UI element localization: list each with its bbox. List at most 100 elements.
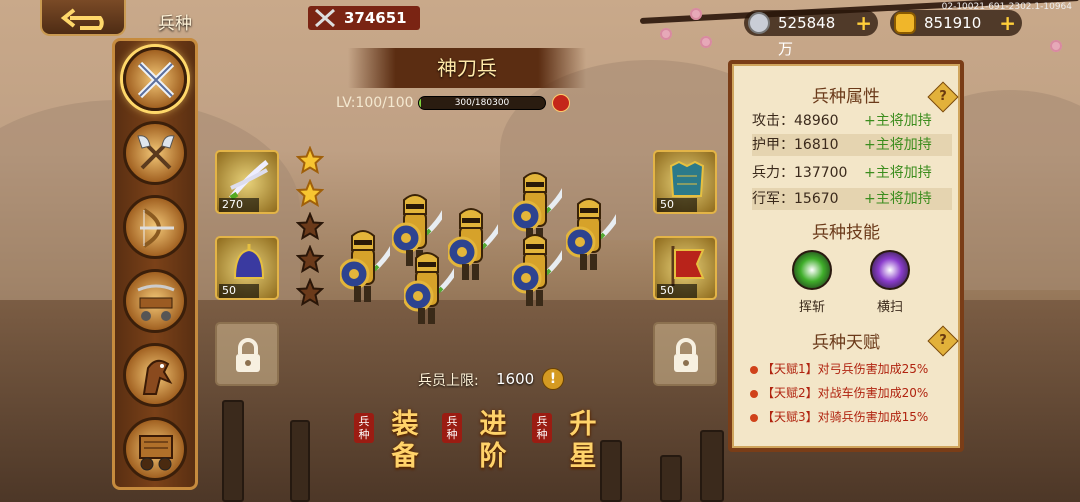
stat-row: 兵力：137700 +主将加持 [752, 162, 952, 184]
cavalry-horse-icon [142, 359, 173, 395]
equip-slot-banner[interactable]: 50 [653, 236, 717, 300]
talent-row: 【天赋2】对战车伤害加成20% [750, 384, 928, 402]
locked-slot[interactable] [215, 322, 279, 386]
unit-level: LV:100/100 [336, 95, 414, 111]
back-arrow-icon [60, 8, 104, 30]
stat-bonus: +主将加持 [864, 165, 932, 181]
equip-slot-helmet[interactable]: 50 [215, 236, 279, 300]
exp-progress-bar: 300/180300 [418, 96, 546, 110]
equip-count: 50 [657, 284, 697, 298]
blade-soldier [404, 252, 454, 324]
blossom [700, 36, 712, 48]
stat-bonus: +主将加持 [864, 191, 932, 207]
back-button[interactable] [40, 0, 126, 36]
war-banner-icon [671, 246, 705, 286]
equip-count: 50 [657, 198, 697, 212]
silver-currency: 525848万 + [744, 10, 878, 58]
capacity-value: 1600 [496, 370, 535, 388]
talent-dot-icon [750, 389, 758, 398]
combat-power-value: 374651 [344, 9, 407, 27]
action-tag: 兵种 [442, 413, 462, 443]
talent-tag: 【天赋3】 [762, 410, 818, 424]
sidebar-item-cavalry[interactable] [123, 343, 187, 407]
capacity-label: 兵员上限: [418, 373, 479, 389]
unit-info-panel: 兵种属性 ? 攻击：48960 +主将加持 护甲：16810 +主将加持 兵力：13… [728, 60, 964, 452]
advance-button[interactable]: 兵种 进阶 [442, 405, 542, 485]
action-label: 升星 [569, 409, 603, 472]
archer-bow-icon [140, 208, 174, 248]
stat-bonus: +主将加持 [864, 113, 932, 129]
equip-slot-armor[interactable]: 50 [653, 150, 717, 214]
exp-boost-icon[interactable] [552, 94, 570, 112]
star-empty-icon [296, 212, 324, 240]
blossom [690, 8, 702, 20]
sidebar-item-blade[interactable] [123, 47, 187, 111]
info-icon[interactable]: ! [542, 368, 564, 390]
equip-button[interactable]: 兵种 装备 [354, 405, 454, 485]
skill-slash-icon[interactable] [792, 250, 832, 290]
stat-label: 兵力：137700 [752, 165, 848, 181]
equip-count: 270 [219, 198, 259, 212]
skill-name: 横扫 [876, 300, 903, 315]
skill-name: 挥斩 [798, 300, 825, 315]
fence-post [660, 455, 682, 502]
stat-bonus: +主将加持 [864, 137, 932, 153]
fence-post [222, 400, 244, 502]
crossed-swords-icon [315, 8, 335, 28]
action-label: 装备 [391, 409, 425, 472]
talent-dot-icon [750, 365, 758, 374]
sidebar-item-archer[interactable] [123, 195, 187, 259]
sidebar-item-crossbow[interactable] [123, 269, 187, 333]
unit-screen: 兵种 374651 525848万 + 851910 + 02-10021-69… [0, 0, 1080, 502]
silver-coin-icon [748, 12, 770, 34]
exp-progress-text: 300/180300 [454, 98, 510, 108]
fence-post [700, 430, 724, 502]
talent-text: 对弓兵伤害加成25% [817, 362, 929, 376]
sidebar-item-axe[interactable] [123, 121, 187, 185]
talent-title: 兵种天赋 [812, 333, 880, 353]
talent-dot-icon [750, 413, 758, 422]
skill-title: 兵种技能 [812, 223, 880, 243]
gold-currency: 851910 + [890, 10, 1022, 36]
equip-count: 50 [219, 284, 259, 298]
star-up-button[interactable]: 兵种 升星 [532, 405, 632, 485]
version-text: 02-10021-691-2302.1-10964 [941, 2, 1072, 12]
attr-title: 兵种属性 [812, 87, 880, 107]
skill-sweep-icon[interactable] [870, 250, 910, 290]
add-gold-button[interactable]: + [999, 10, 1016, 36]
twin-blades-icon [229, 160, 269, 201]
talent-row: 【天赋3】对骑兵伤害加成15% [750, 408, 928, 426]
blossom [660, 28, 672, 40]
add-silver-button[interactable]: + [855, 10, 872, 36]
unit-name: 神刀兵 [348, 48, 586, 88]
gold-value: 851910 [924, 14, 982, 32]
helmet-icon [233, 244, 265, 279]
locked-slot[interactable] [653, 322, 717, 386]
star-filled-icon [296, 179, 324, 207]
lock-icon [674, 338, 698, 372]
blade-soldier [512, 234, 562, 306]
action-tag: 兵种 [532, 413, 552, 443]
lock-icon [236, 338, 260, 372]
star-filled-icon [296, 146, 324, 174]
equip-slot-weapon[interactable]: 270 [215, 150, 279, 214]
sidebar-item-chariot[interactable] [123, 417, 187, 481]
action-label: 进阶 [479, 409, 513, 472]
page-title: 兵种 [158, 14, 192, 34]
fence-post [290, 420, 310, 502]
talent-row: 【天赋1】对弓兵伤害加成25% [750, 360, 928, 378]
armor-icon [669, 160, 705, 197]
blossom [1050, 40, 1062, 52]
talent-tag: 【天赋2】 [762, 386, 818, 400]
blade-soldier [566, 198, 616, 270]
talent-text: 对战车伤害加成20% [817, 386, 929, 400]
blade-soldier [448, 208, 498, 280]
star-empty-icon [296, 245, 324, 273]
stat-label: 攻击：48960 [752, 113, 839, 129]
siege-crossbow-icon [137, 284, 175, 321]
star-empty-icon [296, 278, 324, 306]
stat-label: 护甲：16810 [752, 137, 839, 153]
stat-row: 护甲：16810 +主将加持 [752, 134, 952, 156]
talent-text: 对骑兵伤害加成15% [817, 410, 929, 424]
stat-row: 行军：15670 +主将加持 [752, 188, 952, 210]
